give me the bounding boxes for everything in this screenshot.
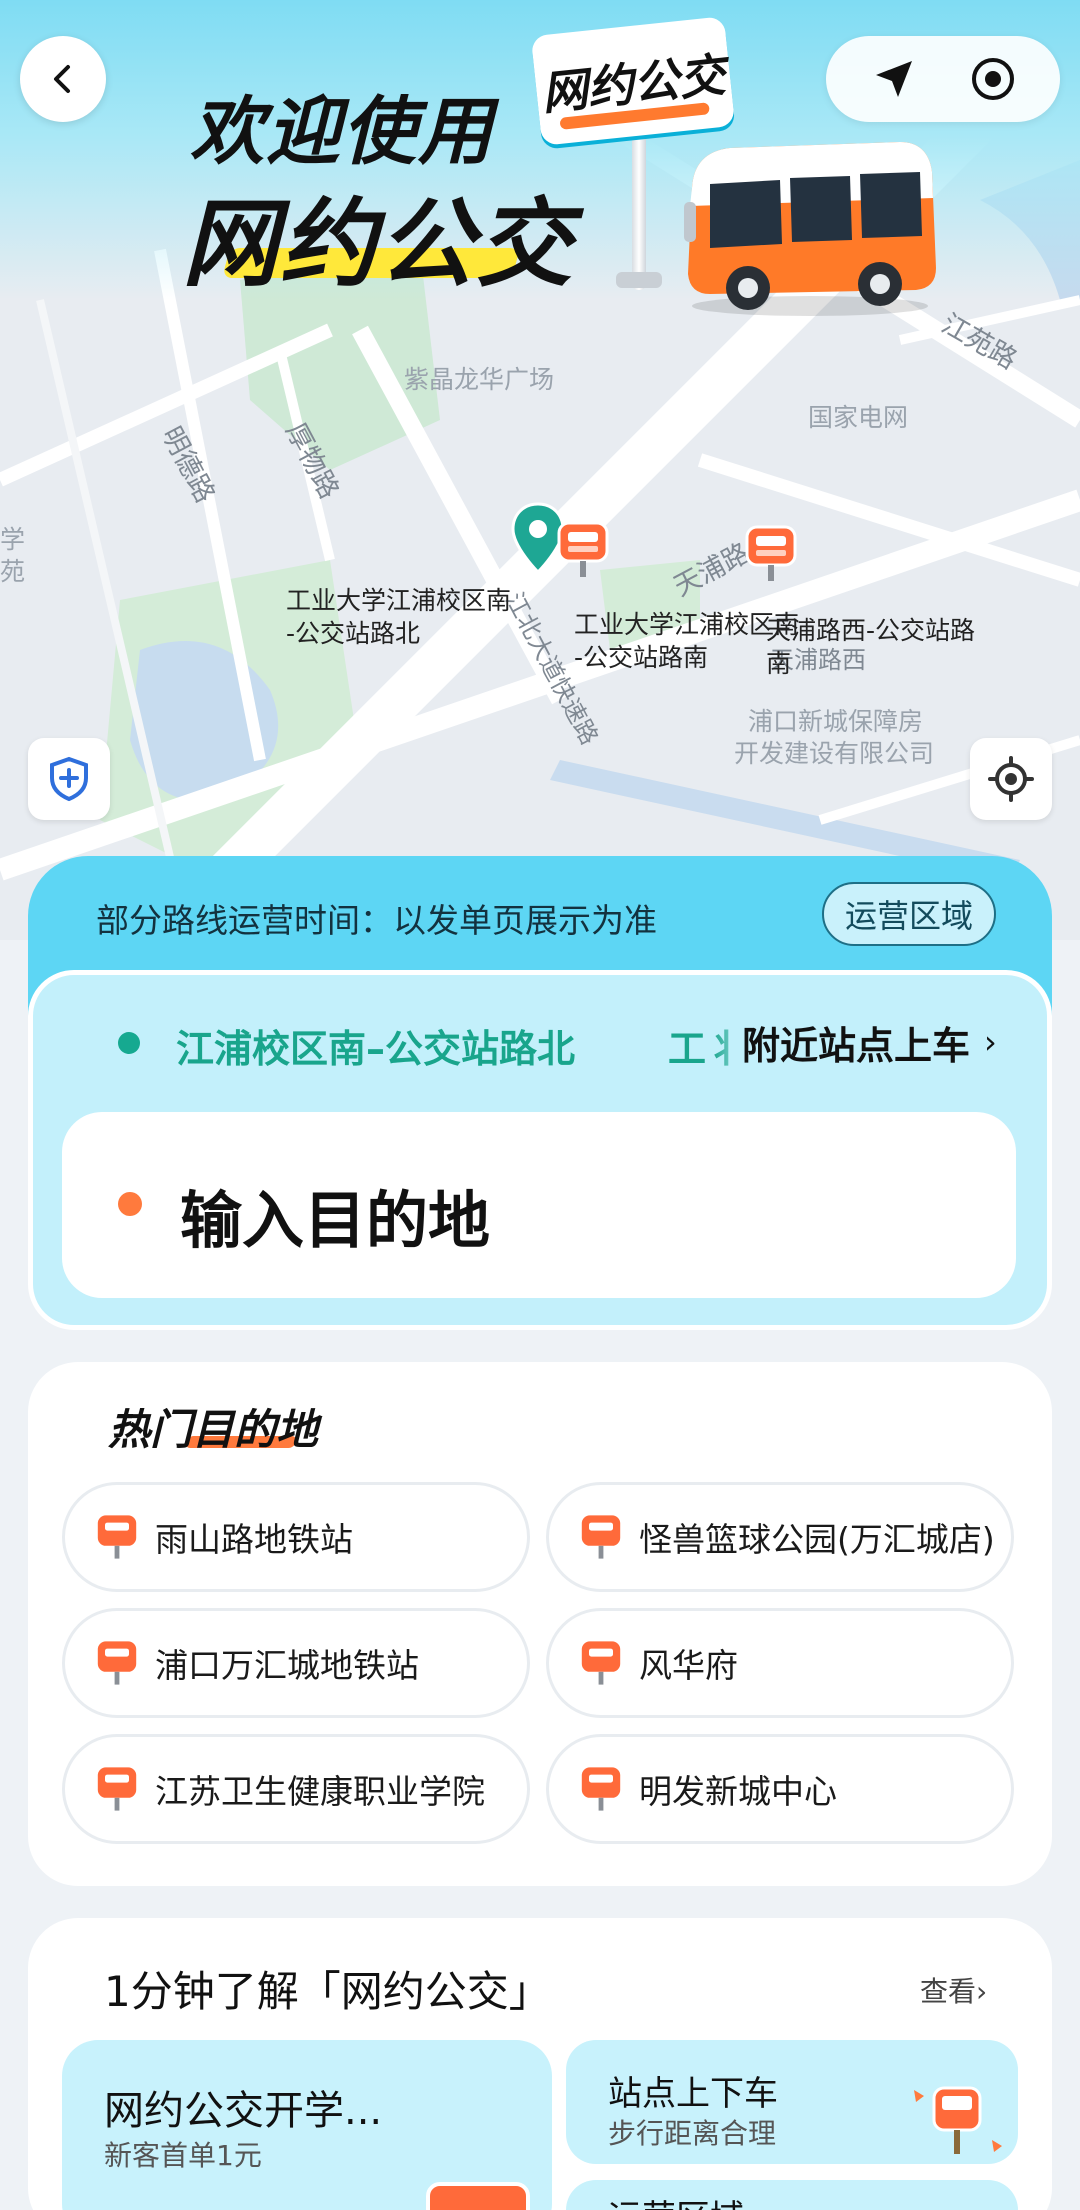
target-icon: [971, 58, 1014, 100]
map-stop-label[interactable]: 工业大学江浦校区南 -公交站路北: [286, 584, 511, 650]
chevron-right-icon: ›: [984, 1023, 997, 1061]
view-more-link[interactable]: 查看›: [920, 1970, 987, 2010]
learn-title: 1分钟了解「网约公交」: [104, 1967, 551, 2016]
map-place-label: 紫晶龙华广场: [404, 365, 555, 394]
map-controls-pill: [826, 36, 1060, 122]
bus-stop-icon: [97, 1641, 137, 1685]
hot-destination-chip[interactable]: 雨山路地铁站: [62, 1482, 530, 1592]
nearby-stops-label: 附近站点上车: [742, 1023, 971, 1068]
navigate-button[interactable]: [864, 49, 924, 109]
navigation-arrow-icon: [875, 61, 912, 97]
hot-destination-label: 明发新城中心: [639, 1772, 837, 1811]
hot-destination-label: 浦口万汇城地铁站: [155, 1646, 419, 1685]
hot-destination-label: 怪兽篮球公园(万汇城店): [639, 1520, 995, 1559]
bus-illustration-icon: [684, 142, 936, 316]
bus-stop-sign-icon: [914, 2086, 1002, 2154]
learn-tile-title: 站点上下车: [608, 2074, 778, 2114]
origin-dot: [118, 1032, 140, 1054]
map-place-label: 国家电网: [808, 403, 909, 432]
nearby-stops-link[interactable]: 附近站点上车 ›: [712, 1010, 997, 1074]
chevron-left-icon: [54, 65, 70, 93]
sign-pole: [632, 130, 646, 290]
welcome-title-line2: 网约公交: [182, 188, 574, 300]
hot-destination-chip[interactable]: 怪兽篮球公园(万汇城店): [546, 1482, 1014, 1592]
learn-tile-subtitle: 新客首单1元: [104, 2139, 262, 2172]
map-place-label: 学: [0, 525, 26, 554]
destination-placeholder: 输入目的地: [180, 1184, 491, 1257]
bus-stop-icon: [97, 1767, 137, 1811]
promo-sign-icon: [426, 2182, 530, 2210]
operation-notice: 部分路线运营时间：以发单页展示为准: [96, 901, 657, 940]
learn-tile-subtitle: 步行距离合理: [608, 2117, 777, 2150]
origin-station[interactable]: 江浦校区南–公交站路北: [176, 1018, 575, 1073]
welcome-title-line1: 欢迎使用: [190, 89, 494, 175]
hot-destination-chip[interactable]: 明发新城中心: [546, 1734, 1014, 1844]
hot-destination-label: 风华府: [639, 1646, 738, 1685]
operation-area-button[interactable]: 运营区域: [822, 882, 996, 946]
back-button[interactable]: [20, 36, 106, 122]
bus-stop-icon[interactable]: [744, 524, 798, 584]
destination-dot: [118, 1192, 142, 1216]
chevron-right-icon: ›: [976, 1975, 988, 2008]
locate-me-button[interactable]: [970, 738, 1052, 820]
safety-button[interactable]: [28, 738, 110, 820]
center-target-button[interactable]: [963, 49, 1023, 109]
bus-stop-icon[interactable]: [556, 520, 610, 580]
brand-sign: 网约公交: [530, 16, 736, 146]
sign-base: [616, 272, 662, 288]
hot-destinations-title: 热门目的地: [108, 1405, 319, 1454]
bus-stop-icon: [581, 1767, 621, 1811]
crosshair-locate-icon: [988, 756, 1034, 802]
map-place-label: 苑: [0, 557, 26, 586]
hot-destination-label: 江苏卫生健康职业学院: [155, 1772, 485, 1811]
bus-stop-icon: [581, 1641, 621, 1685]
hot-destination-chip[interactable]: 浦口万汇城地铁站: [62, 1608, 530, 1718]
map-stop-label[interactable]: 天浦路西-公交站路 南: [766, 614, 975, 680]
hot-destination-chip[interactable]: 江苏卫生健康职业学院: [62, 1734, 530, 1844]
map-place-label: 浦口新城保障房: [748, 707, 924, 736]
map-place-label: 开发建设有限公司: [734, 739, 935, 768]
bus-stop-icon: [97, 1515, 137, 1559]
learn-tile-title: 运营区域: [608, 2190, 744, 2210]
hot-destination-label: 雨山路地铁站: [155, 1520, 353, 1559]
shield-plus-icon: [50, 756, 88, 802]
bus-stop-icon: [581, 1515, 621, 1559]
hot-destination-chip[interactable]: 风华府: [546, 1608, 1014, 1718]
learn-tile-title: 网约公交开学...: [104, 2088, 383, 2134]
